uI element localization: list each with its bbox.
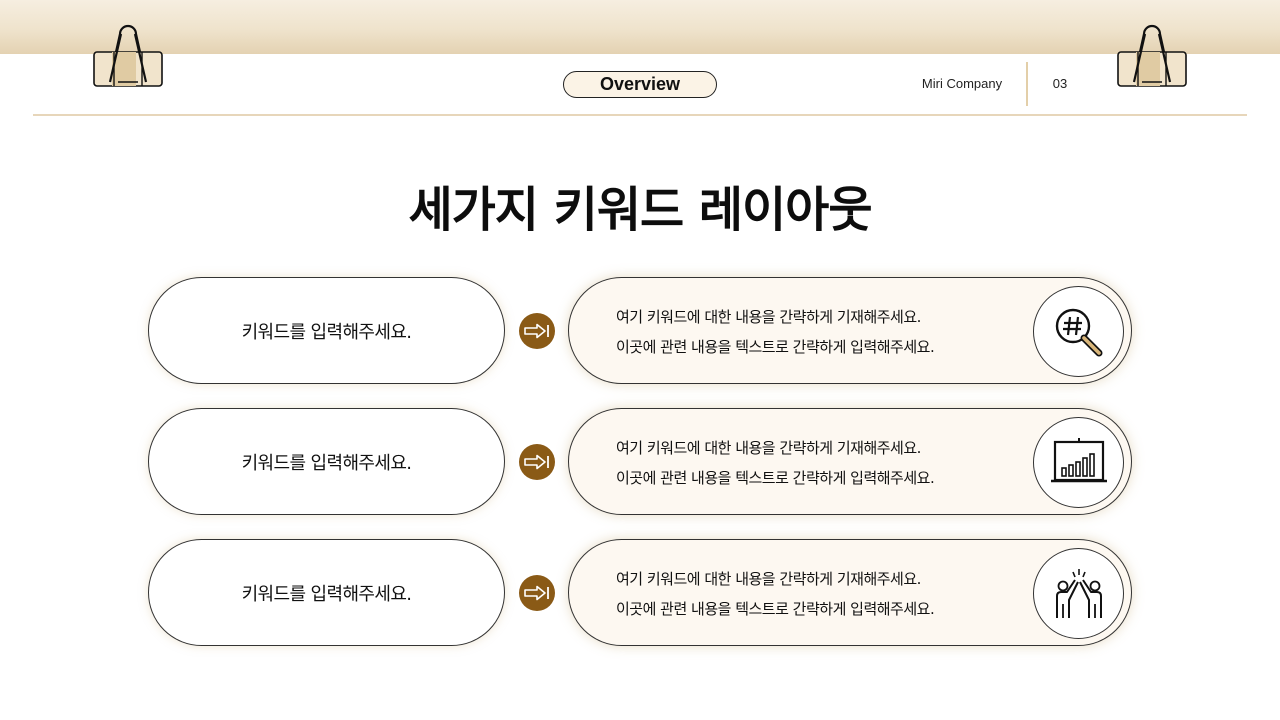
binder-clip-icon [93,24,163,87]
binder-clip-icon [1117,24,1187,87]
arrow-right-icon [519,575,555,611]
icon-badge [1033,548,1124,639]
description-line: 이곳에 관련 내용을 텍스트로 간략하게 입력해주세요. [616,469,935,487]
description-line: 이곳에 관련 내용을 텍스트로 간략하게 입력해주세요. [616,600,935,618]
keyword-row: 키워드를 입력해주세요. 여기 키워드에 대한 내용을 간략하게 기재해주세요.… [0,277,1280,385]
page-title: 세가지 키워드 레이아웃 [408,182,872,238]
icon-badge [1033,286,1124,377]
arrow-right-icon [519,313,555,349]
description-line: 여기 키워드에 대한 내용을 간략하게 기재해주세요. [616,308,921,326]
section-label: Overview [563,71,717,98]
bar-chart-board-icon [1050,437,1107,482]
description-line: 여기 키워드에 대한 내용을 간략하게 기재해주세요. [616,439,921,457]
description-line: 여기 키워드에 대한 내용을 간략하게 기재해주세요. [616,570,921,588]
company-name: Miri Company [921,76,1003,91]
header-rule [33,114,1247,116]
top-band [0,0,1280,54]
header-divider [1026,62,1028,106]
description-pill: 여기 키워드에 대한 내용을 간략하게 기재해주세요. 이곳에 관련 내용을 텍… [568,539,1132,646]
keyword-pill: 키워드를 입력해주세요. [148,539,505,646]
keyword-pill: 키워드를 입력해주세요. [148,277,505,384]
description-line: 이곳에 관련 내용을 텍스트로 간략하게 입력해주세요. [616,338,935,356]
hashtag-search-icon [1055,308,1102,356]
keyword-pill: 키워드를 입력해주세요. [148,408,505,515]
description-pill: 여기 키워드에 대한 내용을 간략하게 기재해주세요. 이곳에 관련 내용을 텍… [568,408,1132,515]
keyword-row: 키워드를 입력해주세요. 여기 키워드에 대한 내용을 간략하게 기재해주세요.… [0,408,1280,516]
keyword-row: 키워드를 입력해주세요. 여기 키워드에 대한 내용을 간략하게 기재해주세요.… [0,539,1280,647]
icon-badge [1033,417,1124,508]
arrow-right-icon [519,444,555,480]
high-five-icon [1055,568,1102,618]
description-pill: 여기 키워드에 대한 내용을 간략하게 기재해주세요. 이곳에 관련 내용을 텍… [568,277,1132,384]
page-number: 03 [1052,76,1068,91]
